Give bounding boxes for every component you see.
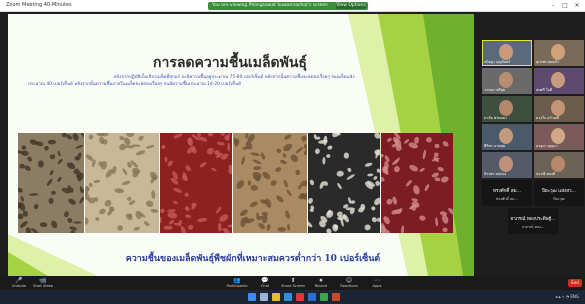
- windows-start-icon[interactable]: [248, 293, 256, 301]
- system-tray: ◂ ▴ ⌁ ◔ ENG: [555, 294, 579, 299]
- control-start-video[interactable]: 📹 Start Video: [30, 277, 56, 289]
- participant-tile[interactable]: ศิริพร นาคสุข: [482, 124, 532, 150]
- unmute-icon: 🎤: [15, 277, 23, 284]
- participant-name: จิราพร สมปอง: [484, 172, 507, 176]
- participant-name: อรอุมา บุญมา: [536, 144, 558, 148]
- participant-video: [499, 72, 513, 88]
- participant-tile[interactable]: จิราพร สมปอง: [482, 152, 532, 178]
- participant-name: อาภรณ์ ทอง...: [521, 225, 545, 229]
- seed-photo-6: [378, 131, 455, 236]
- seed-photo-5: [304, 129, 382, 234]
- share-notice: You are viewing Phongsawat Suwannachot's…: [212, 3, 328, 8]
- control-label: Unmute: [11, 284, 27, 288]
- control-record[interactable]: ⏺ Record: [308, 277, 334, 289]
- participant-name: มาลัย พรหมมา: [484, 116, 508, 120]
- control-chat[interactable]: 💬 Chat: [252, 277, 278, 289]
- participant-tile[interactable]: สมศรี ใจดี: [534, 68, 584, 94]
- search-icon[interactable]: [260, 293, 268, 301]
- control-label: Participants: [226, 284, 248, 288]
- control-label: Apps: [372, 284, 382, 288]
- control-label: Record: [314, 284, 328, 288]
- chat-icon: 💬: [261, 277, 269, 284]
- screen-share-banner: You are viewing Phongsawat Suwannachot's…: [208, 2, 368, 10]
- slide-caption: ความชื้นของเมล็ดพันธุ์พืชผักที่เหมาะสมคว…: [125, 254, 381, 264]
- participant-tile[interactable]: ดวงใจ แก้วมณี: [534, 96, 584, 122]
- start-video-icon: 📹: [39, 277, 47, 284]
- minimize-icon[interactable]: –: [548, 1, 558, 10]
- participant-tile[interactable]: สุภาพร ทองคำ: [534, 40, 584, 66]
- control-share-screen[interactable]: ⬆ Share Screen: [280, 277, 306, 289]
- participant-video: [551, 128, 565, 144]
- participant-name: สมศรี ใจดี: [536, 88, 553, 92]
- participant-tile[interactable]: มาลัย พรหมมา: [482, 96, 532, 122]
- share-screen-icon: ⬆: [290, 277, 296, 284]
- participant-name: ทรงศักดิ์ สม...: [496, 197, 518, 201]
- participant-video: [499, 156, 513, 172]
- participant-display-name: อาภรณ์ ทองประดิษฐ์...: [510, 217, 556, 222]
- participant-tile-video-off[interactable]: ปิยะวุฒ แสงสว... ปิยะวุฒ: [534, 180, 584, 206]
- participant-tile[interactable]: กนิษฐา บุญจันทร์: [482, 40, 532, 66]
- control-label: Chat: [260, 284, 270, 288]
- meeting-controls: End 🎤 Unmute 📹 Start Video 👥 Participants 💬 Cha…: [0, 276, 585, 290]
- participant-video: [551, 72, 565, 88]
- participant-tile[interactable]: อรอุมา บุญมา: [534, 124, 584, 150]
- participant-name: ศิริพร นาคสุข: [484, 144, 506, 148]
- file-explorer-icon[interactable]: [272, 293, 280, 301]
- shared-slide: การลดความชื้นเมล็ดพันธุ์ หลังจากปฏิบัติเ…: [8, 14, 474, 276]
- participant-display-name: ปิยะวุฒ แสงสว...: [541, 189, 577, 194]
- participants-icon: 👥: [233, 277, 241, 284]
- participant-name: ดวงใจ แก้วมณี: [536, 116, 560, 120]
- title-bar: Zoom Meeting 40-Minutes You are viewing …: [0, 0, 585, 12]
- reactions-icon: ☺: [345, 277, 353, 284]
- control-label: Share Screen: [281, 284, 305, 288]
- participant-name: สุภาพร ทองคำ: [536, 60, 559, 64]
- participant-name: ปราณี ทองดี: [536, 172, 556, 176]
- participant-tile-video-off[interactable]: ทรงศักดิ์ สม... ทรงศักดิ์ สม...: [482, 180, 532, 206]
- zoom-icon[interactable]: [308, 293, 316, 301]
- seed-photo-3: [158, 128, 235, 237]
- slide-title: การลดความชื้นเมล็ดพันธุ์: [153, 55, 307, 71]
- seed-photo-1: [15, 129, 87, 235]
- close-icon[interactable]: ✕: [572, 1, 582, 10]
- control-label: Start Video: [33, 284, 53, 288]
- paragraph-line-1: หลังจากปฏิบัติเก็บเกี่ยวเมล็ดที่สุกแก่ จ…: [113, 75, 355, 80]
- taskbar: ◂ ▴ ⌁ ◔ ENG: [0, 290, 585, 304]
- window-title: Zoom Meeting 40-Minutes: [6, 2, 72, 8]
- record-icon: ⏺: [319, 277, 323, 284]
- apps-icon: ⋯: [374, 277, 380, 284]
- participant-tile[interactable]: วรรณา ศรีสุข: [482, 68, 532, 94]
- view-options-button[interactable]: View Options: [336, 3, 366, 9]
- active-speaker-outline: [482, 40, 532, 66]
- participant-display-name: ทรงศักดิ์ สม...: [492, 189, 522, 194]
- maximize-icon[interactable]: □: [560, 1, 570, 10]
- seed-photo-2: [82, 130, 159, 233]
- powerpoint-icon[interactable]: [332, 293, 340, 301]
- control-reactions[interactable]: ☺ Reactions: [336, 277, 362, 289]
- seed-photo-4: [233, 133, 310, 233]
- participant-tile[interactable]: ปราณี ทองดี: [534, 152, 584, 178]
- control-participants[interactable]: 👥 Participants: [224, 277, 250, 289]
- control-label: Reactions: [340, 284, 358, 288]
- control-unmute[interactable]: 🎤 Unmute: [6, 277, 32, 289]
- end-meeting-button[interactable]: End: [568, 279, 582, 287]
- slide-paragraph: หลังจากปฏิบัติเก็บเกี่ยวเมล็ดที่สุกแก่ จ…: [8, 74, 468, 88]
- participant-name: วรรณา ศรีสุข: [484, 88, 506, 92]
- participant-name: ปิยะวุฒ: [553, 197, 565, 201]
- participant-tile-video-off[interactable]: อาภรณ์ ทองประดิษฐ์... อาภรณ์ ทอง...: [508, 208, 558, 234]
- participant-video: [551, 156, 565, 172]
- paragraph-line-2: ประมาณ 40 เปอร์เซ็นต์ หลังจากนั้นความชื้…: [28, 82, 241, 87]
- participant-video: [499, 100, 513, 116]
- participant-video: [499, 128, 513, 144]
- participant-video: [551, 44, 565, 60]
- participant-video: [551, 100, 565, 116]
- control-apps[interactable]: ⋯ Apps: [364, 277, 390, 289]
- browser-icon[interactable]: [284, 293, 292, 301]
- line-icon[interactable]: [320, 293, 328, 301]
- zoom-window: Zoom Meeting 40-Minutes You are viewing …: [0, 0, 585, 304]
- app-icon[interactable]: [296, 293, 304, 301]
